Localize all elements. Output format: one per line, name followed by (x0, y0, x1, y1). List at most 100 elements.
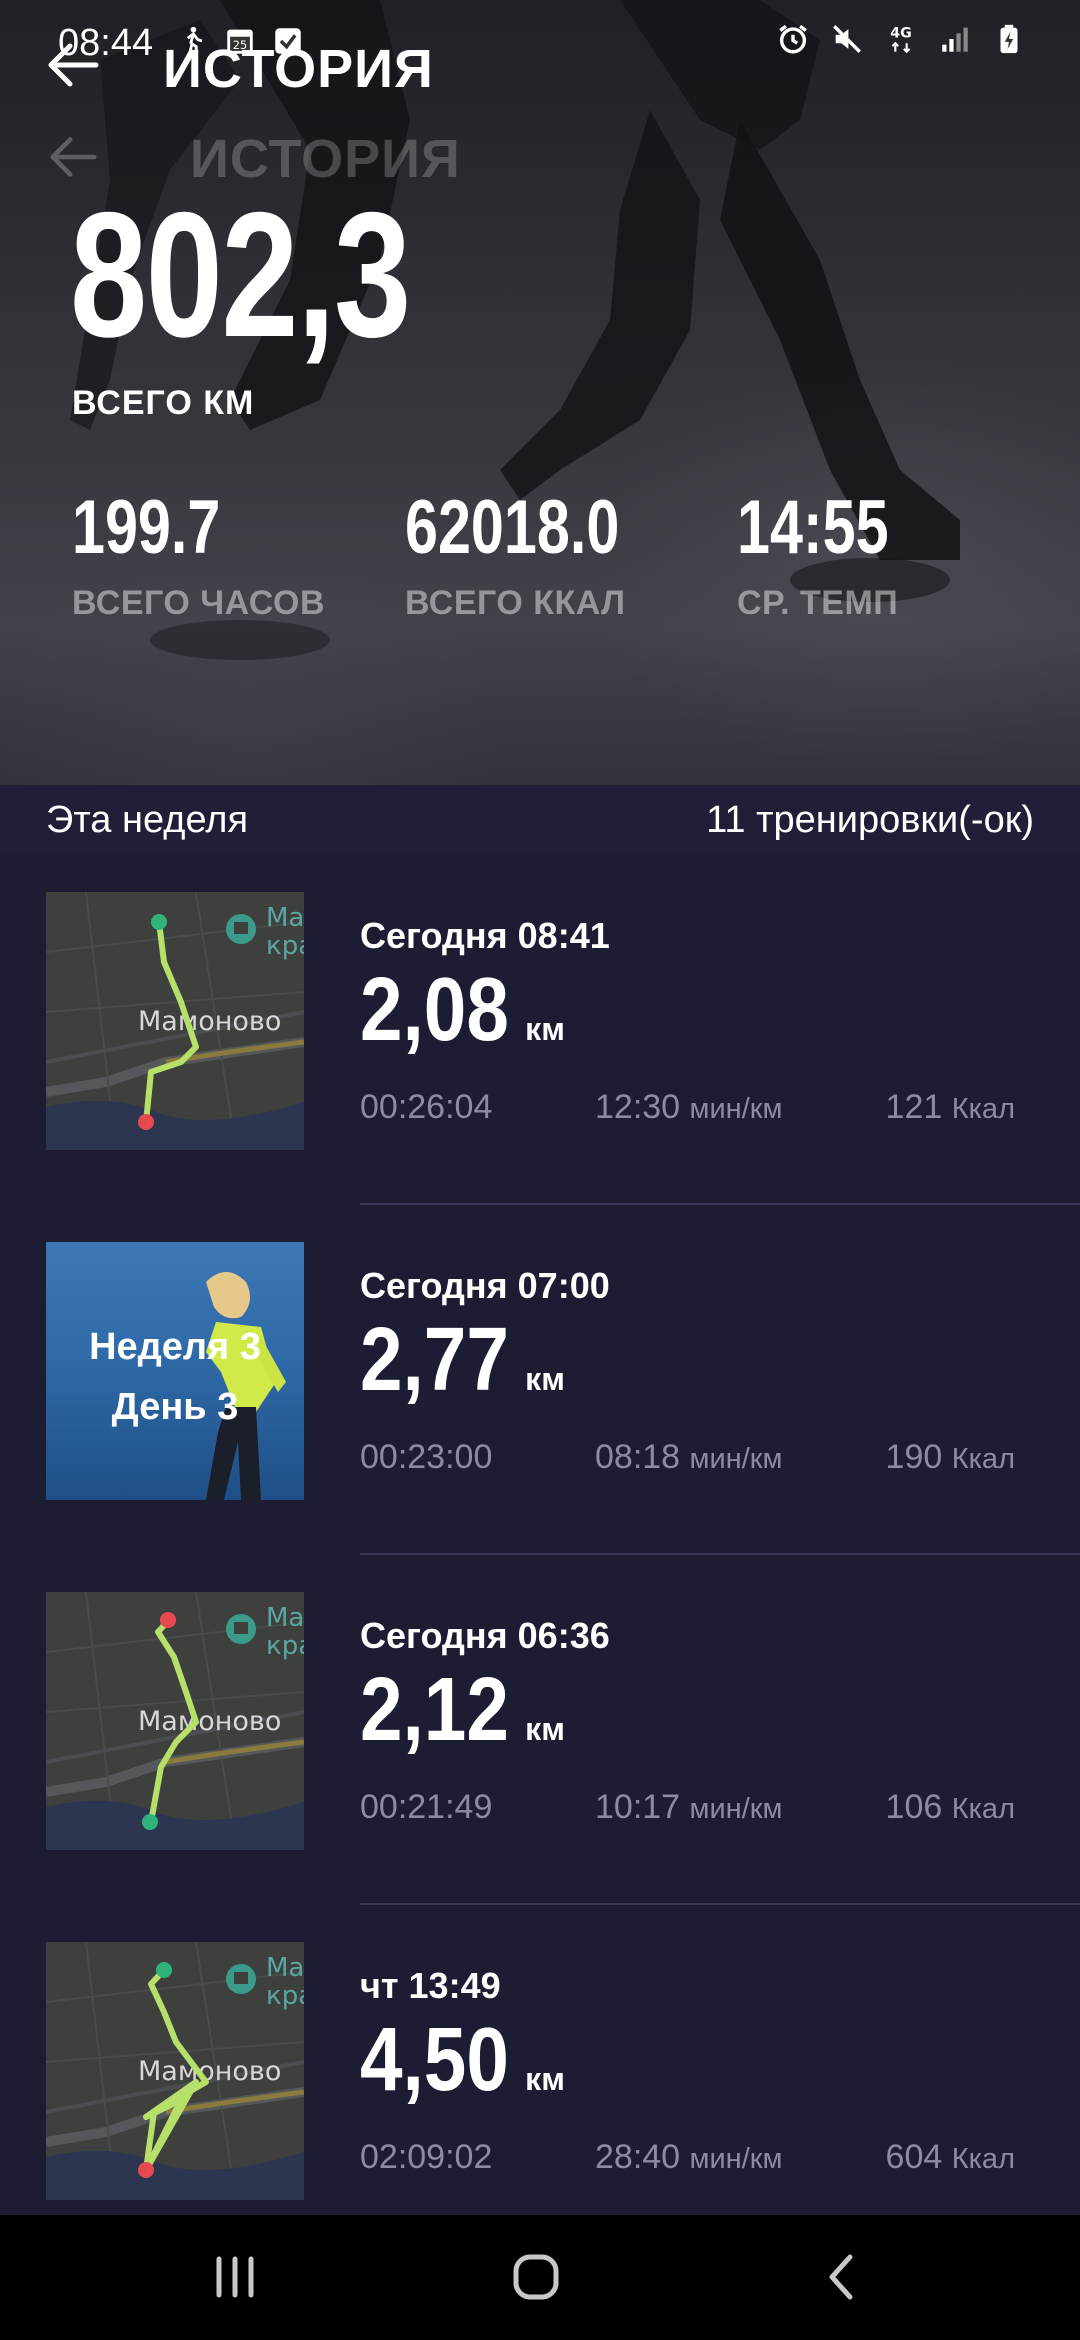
workout-date: Сегодня 08:41 (360, 915, 610, 956)
stat-value: 199.7 (72, 485, 221, 570)
pace-value: 12:30 (595, 1088, 681, 1126)
svg-text:Ма: Ма (266, 1953, 304, 1983)
distance-value: 2,08 (360, 960, 509, 1060)
workout-kcal: 121 Ккал (886, 1088, 1015, 1127)
kcal-value: 106 (885, 1788, 943, 1826)
route-map: Ма кра Мамоново (46, 1942, 304, 2200)
workout-metrics: 00:23:00 08:18 мин/км 190 Ккал (360, 1438, 1040, 1488)
signal-icon (942, 27, 968, 52)
workout-duration: 00:21:49 (360, 1788, 493, 1826)
kcal-value: 190 (885, 1438, 943, 1476)
svg-text:Ма: Ма (266, 1603, 304, 1633)
recents-icon[interactable] (205, 2247, 265, 2307)
page-title: ИСТОРИЯ (163, 39, 434, 99)
workout-pace: 10:17 мин/км (595, 1788, 782, 1827)
workout-kcal: 190 Ккал (886, 1438, 1015, 1477)
stat-value: 62018.0 (405, 485, 620, 570)
battery-charging-icon (1000, 24, 1018, 54)
route-map-thumbnail[interactable]: Ма кра Мамоново (46, 892, 304, 1150)
week-label: Эта неделя (46, 799, 249, 841)
kcal-unit: Ккал (951, 1793, 1015, 1825)
distance-unit: км (525, 1011, 565, 1047)
total-km-label: ВСЕГО КМ (72, 384, 255, 422)
workout-distance: 2,08 км (360, 960, 565, 1060)
training-plan-thumbnail[interactable]: Неделя 3 День 3 (46, 1242, 304, 1500)
workout-duration: 00:23:00 (360, 1438, 493, 1476)
plan-week: Неделя 3 (89, 1326, 261, 1368)
workout-date: чт 13:49 (360, 1965, 501, 2006)
workout-distance: 2,12 км (360, 1660, 565, 1760)
workout-date: Сегодня 06:36 (360, 1615, 610, 1656)
pace-unit: мин/км (689, 1093, 783, 1125)
stat-label: СР. ТЕМП (737, 584, 899, 622)
status-bar: 08:44 25 4G (0, 0, 1080, 90)
route-map: Ма кра Мамоново (46, 1592, 304, 1850)
network-4g-icon: 4G (890, 26, 912, 54)
distance-value: 4,50 (360, 2010, 509, 2110)
workout-distance: 2,77 км (360, 1310, 565, 1410)
workout-metrics: 02:09:02 28:40 мин/км 604 Ккал (360, 2138, 1040, 2188)
system-navigation-bar (0, 2215, 1080, 2340)
workout-row[interactable]: Ма кра Мамоново Сегодня 06:36 2,12 км 00… (0, 1555, 1080, 1905)
workout-kcal: 106 Ккал (886, 1788, 1015, 1827)
map-place-label: Мамоново (138, 1006, 281, 1037)
workout-row[interactable]: Ма кра Мамоново Сегодня 08:41 2,08 км 00… (0, 855, 1080, 1205)
map-place-label: Мамоново (138, 2056, 281, 2087)
svg-text:кра: кра (266, 1631, 304, 1661)
route-map-thumbnail[interactable]: Ма кра Мамоново (46, 1942, 304, 2200)
svg-text:Ма: Ма (266, 903, 304, 933)
workout-row[interactable]: Неделя 3 День 3 Сегодня 07:00 2,77 км 00… (0, 1205, 1080, 1555)
stat-total-hours: 199.7 ВСЕГО ЧАСОВ (72, 488, 325, 623)
mute-icon (833, 25, 861, 53)
workout-date: Сегодня 07:00 (360, 1265, 610, 1306)
workout-distance: 4,50 км (360, 2010, 565, 2110)
distance-unit: км (525, 1711, 565, 1747)
pace-value: 08:18 (595, 1438, 681, 1476)
pace-unit: мин/км (689, 2143, 783, 2175)
alarm-icon (779, 24, 807, 54)
workout-pace: 12:30 мин/км (595, 1088, 782, 1127)
svg-text:4G: 4G (890, 26, 911, 42)
route-map: Ма кра Мамоново (46, 892, 304, 1150)
route-map-thumbnail[interactable]: Ма кра Мамоново (46, 1592, 304, 1850)
ghost-back-arrow-icon (50, 137, 97, 177)
stat-label: ВСЕГО ККАЛ (405, 584, 626, 622)
workout-pace: 28:40 мин/км (595, 2138, 782, 2177)
hero-banner: 08:44 25 4G ИСТОРИЯ ИСТОРИЯ 802,3 ВСЕГО … (0, 0, 1080, 785)
back-icon[interactable] (812, 2247, 872, 2307)
distance-value: 2,77 (360, 1310, 509, 1410)
workout-metrics: 00:26:04 12:30 мин/км 121 Ккал (360, 1088, 1040, 1138)
pace-unit: мин/км (689, 1443, 783, 1475)
workout-duration: 00:26:04 (360, 1088, 493, 1126)
workout-duration: 02:09:02 (360, 2138, 493, 2176)
distance-unit: км (525, 1361, 565, 1397)
kcal-unit: Ккал (951, 1443, 1015, 1475)
kcal-unit: Ккал (951, 1093, 1015, 1125)
map-place-label: Мамоново (138, 1706, 281, 1737)
home-icon[interactable] (506, 2247, 566, 2307)
week-workout-count: 11 тренировки(-ок) (706, 799, 1034, 841)
svg-text:кра: кра (266, 1981, 304, 2011)
plan-day: День 3 (111, 1386, 239, 1428)
stat-avg-pace: 14:55 СР. ТЕМП (737, 488, 931, 623)
workout-row[interactable]: Ма кра Мамоново чт 13:49 4,50 км 02:09:0… (0, 1905, 1080, 2215)
pace-value: 28:40 (595, 2138, 681, 2176)
training-plan-label: Неделя 3 День 3 (46, 1317, 304, 1437)
kcal-value: 121 (885, 1088, 943, 1126)
workout-metrics: 00:21:49 10:17 мин/км 106 Ккал (360, 1788, 1040, 1838)
kcal-value: 604 (885, 2138, 943, 2176)
workout-kcal: 604 Ккал (886, 2138, 1015, 2177)
distance-value: 2,12 (360, 1660, 509, 1760)
stat-total-kcal: 62018.0 ВСЕГО ККАЛ (405, 488, 680, 623)
pace-unit: мин/км (689, 1793, 783, 1825)
stat-value: 14:55 (737, 485, 889, 570)
kcal-unit: Ккал (951, 2143, 1015, 2175)
svg-text:кра: кра (266, 931, 304, 961)
week-section-header: Эта неделя 11 тренировки(-ок) (0, 785, 1080, 855)
workout-list[interactable]: Ма кра Мамоново Сегодня 08:41 2,08 км 00… (0, 855, 1080, 2215)
distance-unit: км (525, 2061, 565, 2097)
back-arrow-icon[interactable] (46, 40, 100, 90)
pace-value: 10:17 (595, 1788, 681, 1826)
stat-label: ВСЕГО ЧАСОВ (72, 584, 326, 622)
total-km-value: 802,3 (70, 175, 411, 374)
